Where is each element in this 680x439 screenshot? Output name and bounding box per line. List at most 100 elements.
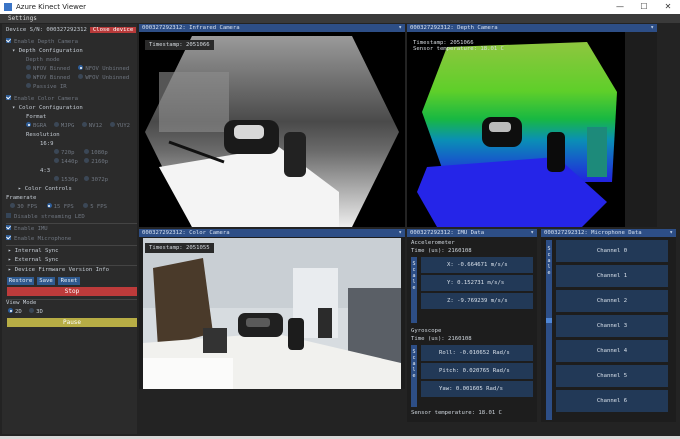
microphone-scale-bar[interactable]: Scale: [546, 240, 552, 420]
save-button[interactable]: Save: [37, 277, 55, 285]
imu-panel-title: 000327292312: IMU Data: [410, 230, 485, 236]
checkbox-icon[interactable]: [6, 38, 11, 43]
window-titlebar: Azure Kinect Viewer — ☐ ✕: [0, 0, 680, 14]
gyroscope-scale-bar[interactable]: Scale: [411, 345, 417, 407]
device-serial-row: Device S/N: 000327292312 Close device: [6, 27, 137, 33]
close-device-button[interactable]: Close device: [89, 27, 137, 33]
radio-icon[interactable]: [54, 158, 59, 163]
firmware-header[interactable]: ▸ Device Firmware Version Info: [8, 267, 109, 273]
wfov-binned-option[interactable]: WFOV Binned: [33, 75, 70, 81]
checkbox-icon[interactable]: [6, 225, 11, 230]
color-config-header[interactable]: ▾ Color Configuration: [12, 105, 83, 111]
ratio-4-3-label: 4:3: [40, 168, 51, 174]
wfov-unbinned-option[interactable]: WFOV Unbinned: [85, 75, 129, 81]
color-controls-header[interactable]: ▸ Color Controls: [18, 186, 72, 192]
radio-selected-icon[interactable]: [8, 308, 13, 313]
external-sync-header[interactable]: ▸ External Sync: [8, 257, 59, 263]
depth-panel-header[interactable]: 000327292312: Depth Camera ▾: [407, 24, 657, 32]
scale-slider-handle[interactable]: [546, 318, 552, 323]
minimize-button[interactable]: —: [608, 0, 632, 14]
radio-selected-icon[interactable]: [26, 122, 31, 127]
enable-color-row[interactable]: Enable Color Camera: [6, 95, 78, 102]
color-camera-panel: 000327292312: Color Camera ▾ Timestamp: 2…: [139, 229, 405, 389]
collapse-icon[interactable]: ▾: [398, 24, 402, 32]
passive-ir-option[interactable]: Passive IR: [33, 84, 67, 90]
radio-icon[interactable]: [83, 149, 89, 154]
radio-icon[interactable]: [26, 74, 31, 79]
enable-mic-row[interactable]: Enable Microphone: [6, 235, 71, 242]
depth-overlay: Timestamp: 2051066 Sensor temperature: 1…: [413, 40, 504, 52]
checkbox-icon[interactable]: [6, 95, 11, 100]
accelerometer-label: Accelerometer: [411, 240, 455, 246]
depth-sensor-temperature: Sensor temperature: 18.01 C: [413, 46, 504, 52]
view-mode-label: View Mode: [6, 300, 37, 306]
nv12-option[interactable]: NV12: [89, 123, 102, 129]
fps-30-option[interactable]: 30 FPS: [17, 204, 37, 210]
radio-icon[interactable]: [78, 74, 84, 79]
radio-icon[interactable]: [84, 176, 90, 181]
framerate-label: Framerate: [6, 195, 37, 201]
radio-icon[interactable]: [109, 122, 115, 127]
accelerometer-scale-bar[interactable]: Scale: [411, 257, 417, 323]
radio-selected-icon[interactable]: [46, 203, 52, 208]
depth-mode-row-2: WFOV Binned WFOV Unbinned: [26, 74, 129, 81]
res-720p-option[interactable]: 720p: [61, 150, 74, 156]
color-config-label: Color Configuration: [18, 105, 83, 111]
collapse-icon[interactable]: ▾: [530, 229, 534, 237]
radio-icon[interactable]: [29, 308, 35, 313]
enable-color-label: Enable Color Camera: [14, 96, 78, 102]
radio-icon[interactable]: [53, 122, 59, 127]
radio-icon[interactable]: [54, 176, 59, 181]
enable-depth-row[interactable]: Enable Depth Camera: [6, 38, 78, 45]
imu-panel-header[interactable]: 000327292312: IMU Data ▾: [407, 229, 537, 237]
mjpg-option[interactable]: MJPG: [61, 123, 74, 129]
yuy2-option[interactable]: YUY2: [117, 123, 130, 129]
internal-sync-header[interactable]: ▸ Internal Sync: [8, 248, 59, 254]
nfov-unbinned-option[interactable]: NFOV Unbinned: [85, 66, 129, 72]
res-1536p-option[interactable]: 1536p: [61, 177, 78, 183]
color-image: [143, 238, 401, 389]
collapse-icon[interactable]: ▾: [669, 229, 673, 237]
res-3072p-option[interactable]: 3072p: [91, 177, 108, 183]
view-3d-option[interactable]: 3D: [36, 309, 43, 315]
res-1080p-option[interactable]: 1080p: [91, 150, 108, 156]
accel-y-value: Y: 0.152731 m/s/s: [421, 275, 533, 291]
checkbox-icon[interactable]: [6, 213, 11, 218]
stop-button[interactable]: Stop: [7, 287, 137, 296]
radio-icon[interactable]: [83, 203, 89, 208]
reset-button[interactable]: Reset: [58, 277, 80, 285]
depth-config-header[interactable]: ▾ Depth Configuration: [12, 48, 83, 54]
gyro-pitch-value: Pitch: 0.020765 Rad/s: [421, 363, 533, 379]
checkbox-icon[interactable]: [6, 235, 11, 240]
radio-icon[interactable]: [84, 158, 90, 163]
infrared-panel-header[interactable]: 000327292312: Infrared Camera ▾: [139, 24, 405, 32]
depth-mode-label: Depth mode: [26, 57, 60, 63]
bgra-option[interactable]: BGRA: [33, 123, 46, 129]
maximize-button[interactable]: ☐: [632, 0, 656, 14]
radio-icon[interactable]: [10, 203, 15, 208]
radio-icon[interactable]: [26, 83, 31, 88]
format-label: Format: [26, 114, 47, 120]
microphone-panel-header[interactable]: 000327292312: Microphone Data ▾: [541, 229, 676, 237]
close-window-button[interactable]: ✕: [656, 0, 680, 14]
menu-settings[interactable]: Settings: [8, 15, 37, 22]
fps-15-option[interactable]: 15 FPS: [54, 204, 74, 210]
res-1440p-option[interactable]: 1440p: [61, 159, 78, 165]
nfov-binned-option[interactable]: NFOV Binned: [33, 66, 70, 72]
radio-icon[interactable]: [26, 65, 31, 70]
infrared-panel-title: 000327292312: Infrared Camera: [142, 25, 240, 31]
radio-icon[interactable]: [54, 149, 59, 154]
fps-5-option[interactable]: 5 FPS: [90, 204, 107, 210]
view-2d-option[interactable]: 2D: [15, 309, 22, 315]
disable-led-row[interactable]: Disable streaming LED: [6, 213, 85, 220]
radio-selected-icon[interactable]: [78, 65, 84, 70]
collapse-icon[interactable]: ▾: [398, 229, 402, 237]
radio-icon[interactable]: [81, 122, 87, 127]
gyroscope-time: Time (us): 2160108: [411, 336, 472, 342]
collapse-icon[interactable]: ▾: [650, 24, 654, 32]
enable-imu-row[interactable]: Enable IMU: [6, 225, 48, 232]
color-panel-header[interactable]: 000327292312: Color Camera ▾: [139, 229, 405, 237]
res-2160p-option[interactable]: 2160p: [91, 159, 108, 165]
restore-button[interactable]: Restore: [7, 277, 34, 285]
pause-button[interactable]: Pause: [7, 318, 137, 327]
